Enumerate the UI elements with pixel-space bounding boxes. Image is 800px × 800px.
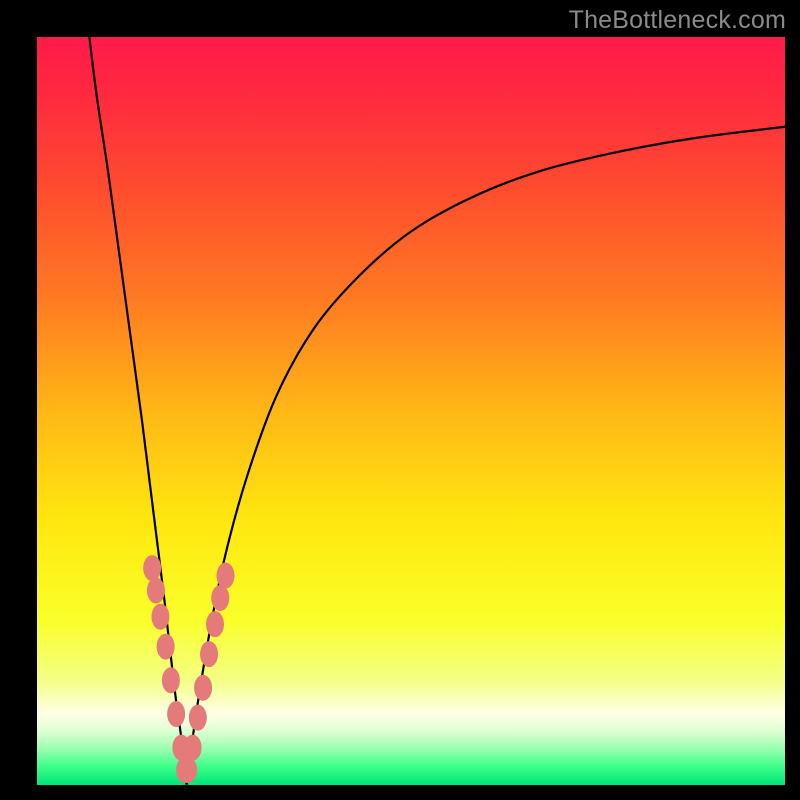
- curve-layer: [37, 37, 785, 785]
- data-marker: [206, 611, 224, 637]
- chart-frame: TheBottleneck.com: [0, 0, 800, 800]
- curve-right-branch: [187, 127, 785, 785]
- watermark-text: TheBottleneck.com: [569, 6, 786, 35]
- data-markers: [143, 555, 234, 783]
- data-marker: [147, 578, 165, 604]
- data-marker: [151, 604, 169, 630]
- data-marker: [179, 757, 197, 783]
- data-marker: [157, 634, 175, 660]
- data-marker: [143, 555, 161, 581]
- data-marker: [200, 641, 218, 667]
- data-marker: [217, 563, 235, 589]
- data-marker: [167, 701, 185, 727]
- data-marker: [194, 675, 212, 701]
- data-marker: [162, 667, 180, 693]
- plot-area: [37, 37, 785, 785]
- data-marker: [184, 735, 202, 761]
- data-marker: [189, 705, 207, 731]
- data-marker: [211, 585, 229, 611]
